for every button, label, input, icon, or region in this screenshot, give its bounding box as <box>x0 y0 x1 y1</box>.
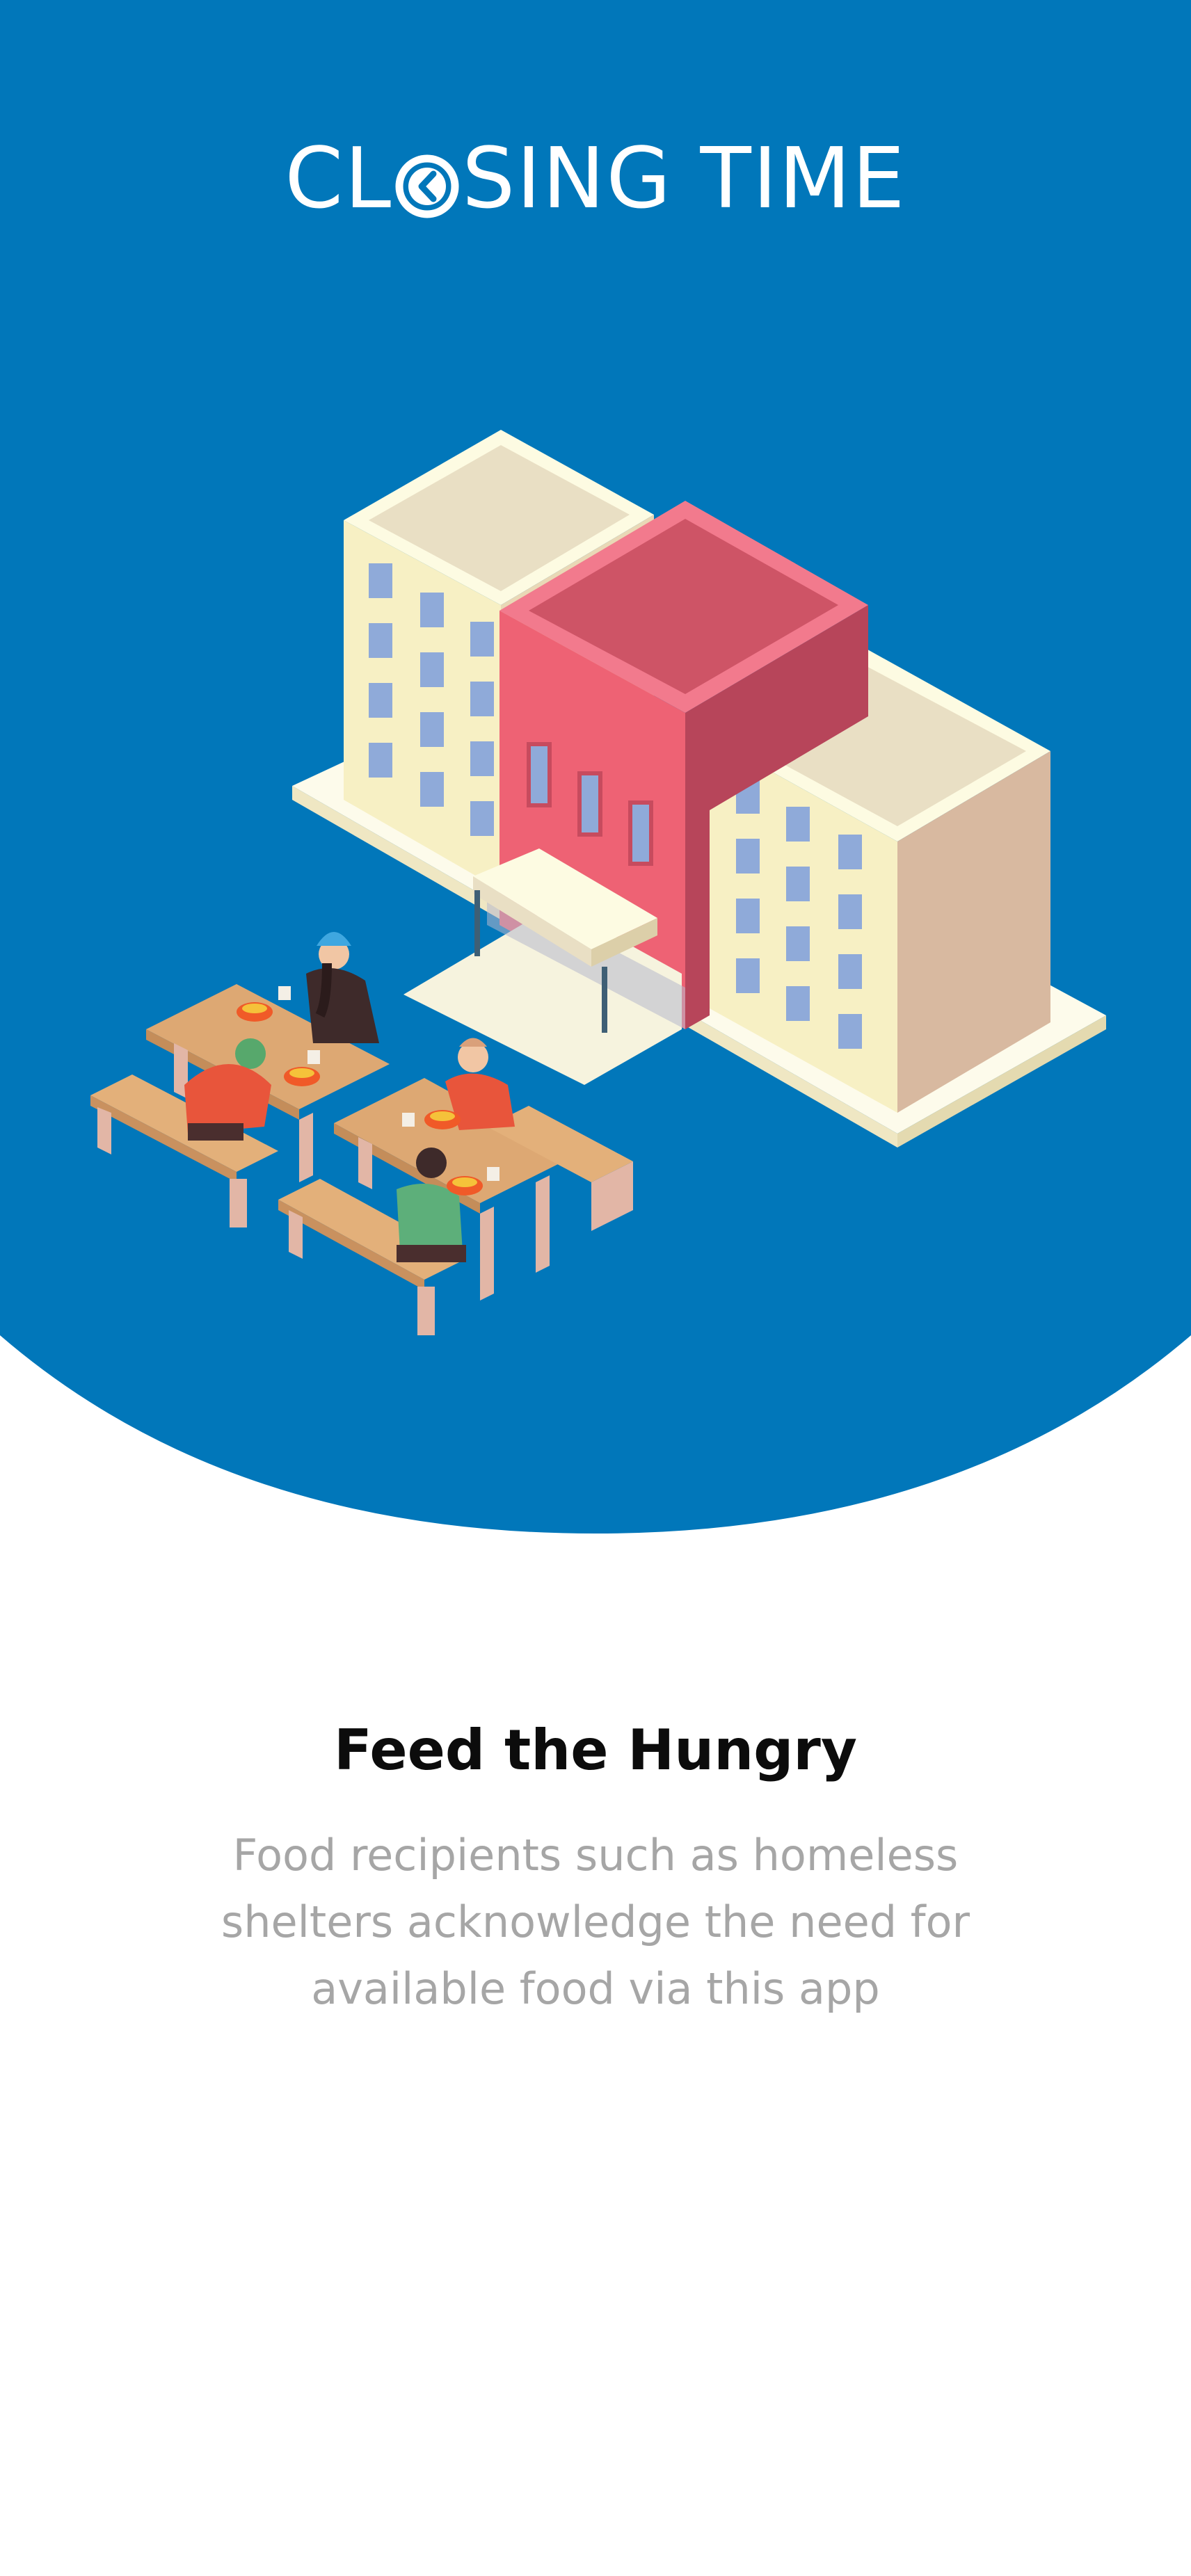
food-shelter-illustration <box>90 430 1106 1335</box>
onboarding-title: Feed the Hungry <box>333 1718 858 1782</box>
hero-section: CL SING TIME <box>0 0 1191 1537</box>
onboarding-description: Food recipients such as homeless shelter… <box>221 1830 970 2014</box>
